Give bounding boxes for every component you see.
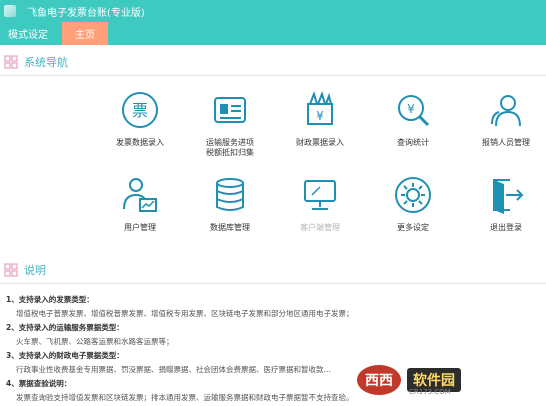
database-icon: [216, 178, 244, 211]
monitor-icon: [304, 180, 336, 210]
nav-item-label: 更多设定: [397, 223, 429, 232]
svg-text:¥: ¥: [407, 102, 415, 116]
tab-home[interactable]: 主页: [62, 22, 108, 45]
nav-item-transport-deduction[interactable]: 运输服务进项 税额抵扣归集: [182, 90, 278, 168]
nav-section-title: 系统导航: [24, 55, 68, 69]
description-heading-1: 1、支持录入的发票类型：: [6, 295, 94, 304]
title-bar: 飞鱼电子发票台账(专业版): [0, 0, 546, 22]
description-text-1: 增值税电子普票发票、增值税普票发票、增值税专用发票、区块链电子发票和部分地区通用…: [16, 309, 354, 318]
svg-text:¥: ¥: [316, 109, 324, 123]
description-text-2: 火车票、飞机票、公路客运票和水路客运票等；: [16, 337, 174, 346]
section-grid-icon: [4, 54, 18, 69]
invoice-ticket-icon: 票: [122, 92, 158, 128]
watermark: 西西 软件园 CR173.COM: [357, 362, 533, 398]
user-chart-icon: [123, 178, 157, 212]
gear-icon: [395, 177, 431, 213]
nav-item-database-management[interactable]: 数据库管理: [182, 175, 278, 253]
nav-item-reimbursement-staff[interactable]: 报销人员管理: [458, 90, 546, 168]
description-heading-3: 3、支持录入的财政电子票据类型：: [6, 351, 124, 360]
nav-item-invoice-entry[interactable]: 票 发票数据录入: [92, 90, 188, 168]
users-icon: [491, 95, 521, 127]
description-section-title: 说明: [24, 263, 46, 277]
nav-item-user-management[interactable]: 用户管理: [92, 175, 188, 253]
nav-item-label: 报销人员管理: [482, 138, 530, 147]
watermark-logo: 西西: [357, 365, 401, 395]
nav-item-more-settings[interactable]: 更多设定: [365, 175, 461, 253]
app-logo: [4, 5, 16, 17]
logout-icon: [493, 179, 524, 214]
nav-item-client-management[interactable]: 客户端管理: [272, 175, 368, 253]
app-title: 飞鱼电子发票台账(专业版): [27, 7, 145, 19]
description-heading-2: 2、支持录入的运输服务票据类型：: [6, 323, 124, 332]
tab-bar: 模式设定 主页: [0, 22, 546, 45]
nav-section-header: 系统导航: [0, 48, 546, 76]
svg-text:票: 票: [132, 101, 148, 120]
section-grid-icon: [4, 262, 18, 277]
nav-item-logout[interactable]: 退出登录: [458, 175, 546, 253]
nav-item-label: 财政票据录入: [296, 138, 344, 147]
description-section-header: 说明: [0, 256, 546, 284]
nav-item-label: 用户管理: [124, 223, 156, 232]
nav-item-label: 查询统计: [397, 138, 429, 147]
fiscal-bill-icon: ¥: [307, 90, 333, 125]
id-card-icon: [214, 97, 246, 123]
nav-item-label: 发票数据录入: [116, 138, 164, 147]
search-yen-icon: ¥: [398, 95, 430, 127]
nav-item-fiscal-bill-entry[interactable]: ¥ 财政票据录入: [272, 90, 368, 168]
nav-item-label: 运输服务进项 税额抵扣归集: [206, 138, 254, 157]
nav-item-label: 客户端管理: [300, 223, 340, 232]
nav-item-label: 数据库管理: [210, 223, 250, 232]
watermark-url: CR173.COM: [409, 388, 451, 396]
nav-item-query-stats[interactable]: ¥ 查询统计: [365, 90, 461, 168]
tab-mode-settings[interactable]: 模式设定: [0, 22, 56, 45]
nav-item-label: 退出登录: [490, 223, 522, 232]
